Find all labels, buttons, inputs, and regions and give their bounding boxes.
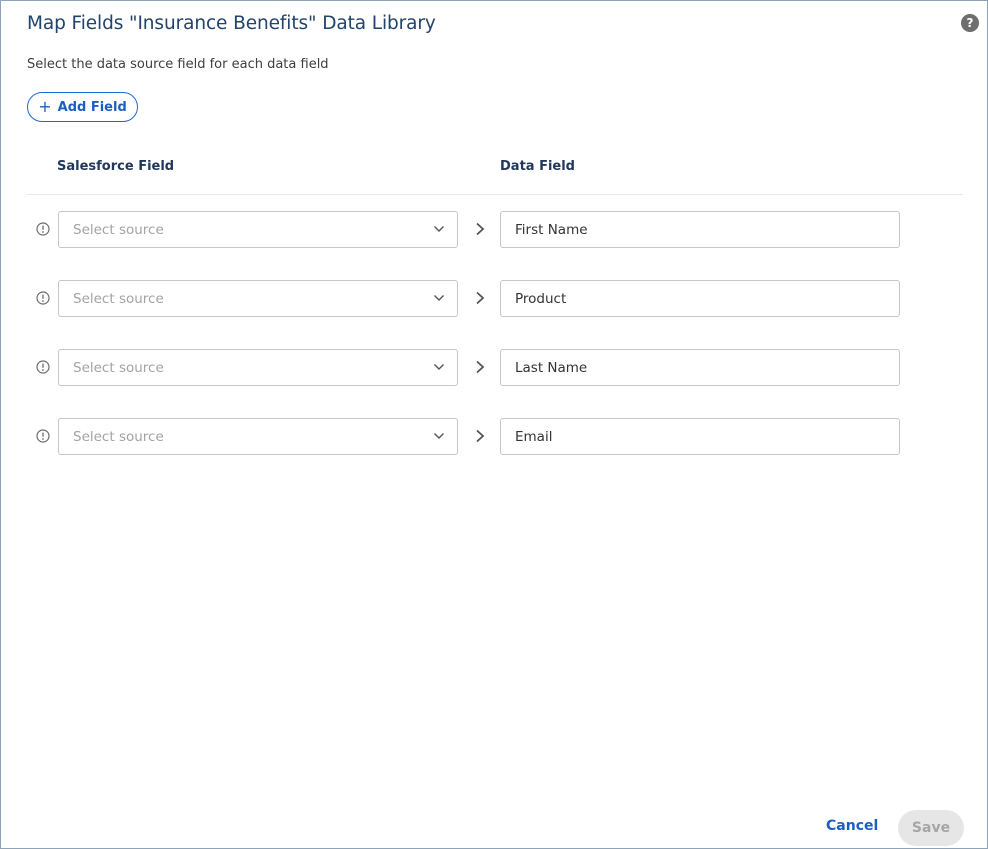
chevron-right-icon	[476, 291, 485, 305]
source-select-placeholder: Select source	[73, 429, 164, 445]
chevron-down-icon	[434, 295, 444, 301]
warning-circle-icon	[36, 291, 50, 305]
chevron-down-icon	[434, 226, 444, 232]
source-select[interactable]: Select source	[58, 349, 458, 386]
add-field-button[interactable]: + Add Field	[27, 92, 138, 122]
data-field-input[interactable]	[500, 211, 900, 248]
source-select-placeholder: Select source	[73, 360, 164, 376]
chevron-down-icon	[434, 364, 444, 370]
dialog-title: Map Fields "Insurance Benefits" Data Lib…	[27, 13, 436, 34]
plus-icon: +	[38, 97, 52, 116]
chevron-down-icon	[434, 433, 444, 439]
data-field-header: Data Field	[500, 159, 575, 174]
warning-circle-icon	[36, 222, 50, 236]
mapping-row: Select source	[1, 211, 987, 248]
help-icon[interactable]: ?	[961, 14, 979, 32]
warning-circle-icon	[36, 360, 50, 374]
header-divider	[27, 194, 963, 195]
salesforce-field-header: Salesforce Field	[57, 159, 175, 174]
source-select-placeholder: Select source	[73, 222, 164, 238]
dialog-subtitle: Select the data source field for each da…	[27, 57, 329, 72]
source-select[interactable]: Select source	[58, 418, 458, 455]
source-select[interactable]: Select source	[58, 280, 458, 317]
data-field-input[interactable]	[500, 349, 900, 386]
chevron-right-icon	[476, 429, 485, 443]
data-field-input[interactable]	[500, 418, 900, 455]
map-fields-dialog: Map Fields "Insurance Benefits" Data Lib…	[0, 0, 988, 849]
cancel-button[interactable]: Cancel	[826, 818, 878, 834]
mapping-row: Select source	[1, 280, 987, 317]
source-select[interactable]: Select source	[58, 211, 458, 248]
chevron-right-icon	[476, 222, 485, 236]
add-field-label: Add Field	[57, 99, 127, 115]
chevron-right-icon	[476, 360, 485, 374]
warning-circle-icon	[36, 429, 50, 443]
mapping-row: Select source	[1, 418, 987, 455]
mapping-row: Select source	[1, 349, 987, 386]
source-select-placeholder: Select source	[73, 291, 164, 307]
save-button: Save	[898, 810, 964, 846]
data-field-input[interactable]	[500, 280, 900, 317]
